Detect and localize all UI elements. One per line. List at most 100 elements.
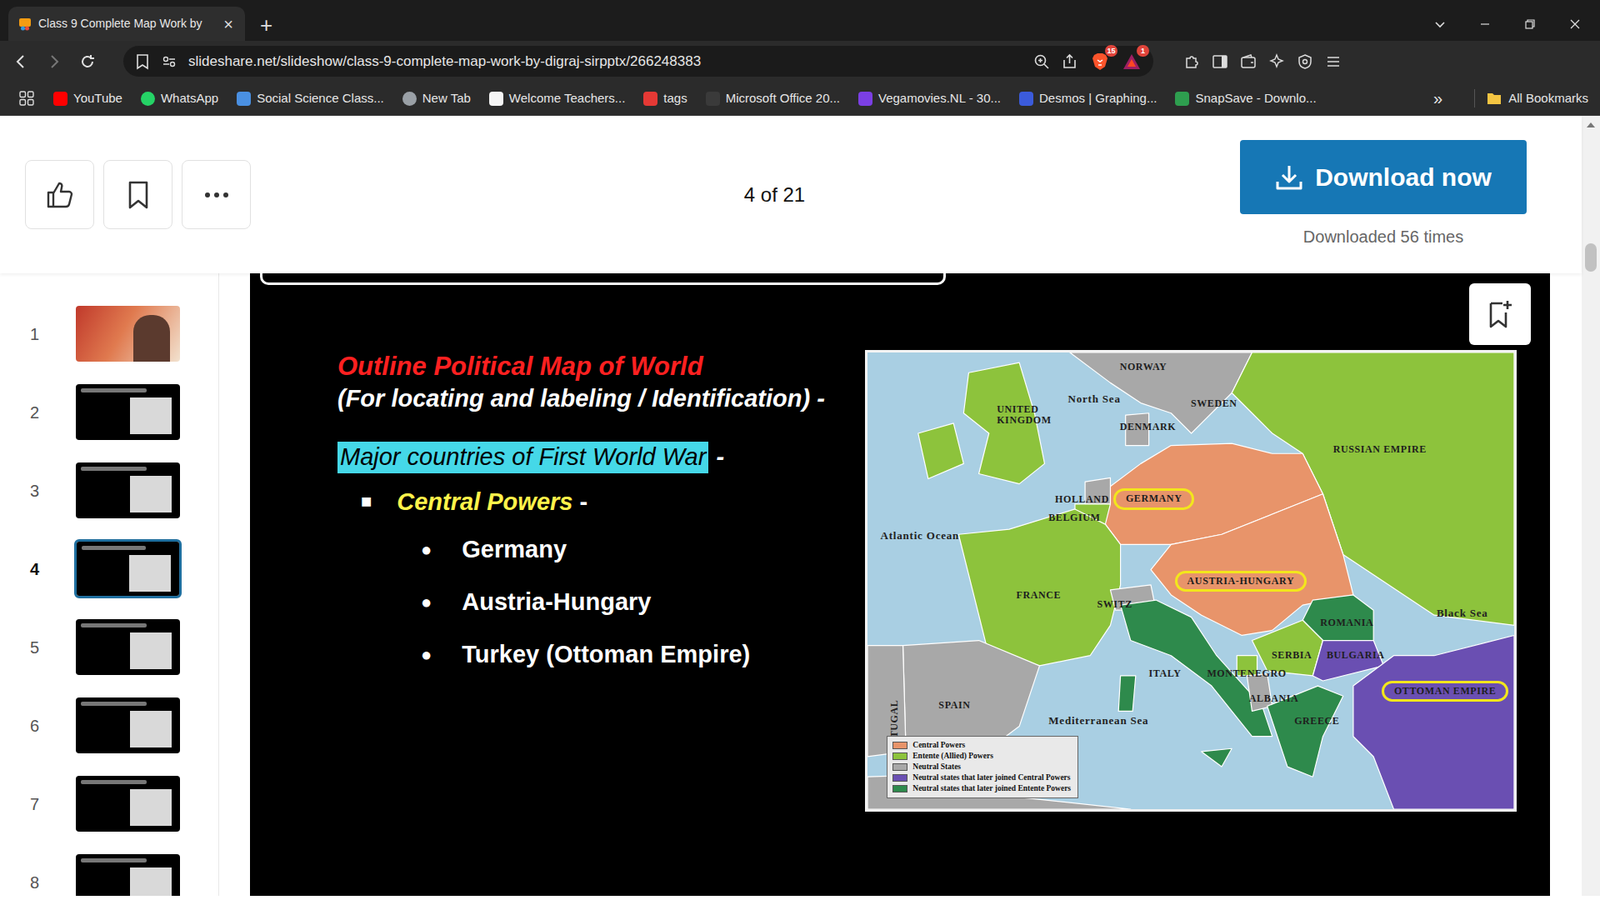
map-label-text: SWEDEN bbox=[1190, 398, 1238, 410]
back-arrow-icon[interactable] bbox=[11, 52, 30, 71]
map-label: BELGIUM bbox=[1048, 506, 1100, 527]
map-label: RUSSIAN EMPIRE bbox=[1333, 438, 1427, 459]
slide-thumbnail[interactable] bbox=[74, 852, 182, 896]
bookmark-item[interactable]: Microsoft Office 20... bbox=[705, 89, 840, 109]
thumbnail-image bbox=[75, 697, 180, 754]
country-name: Austria-Hungary bbox=[461, 575, 651, 629]
download-label: Download now bbox=[1315, 158, 1492, 196]
vpn-shield-icon[interactable] bbox=[1296, 53, 1314, 70]
save-slide-button[interactable] bbox=[1469, 283, 1531, 345]
bookmark-label: Vegamovies.NL - 30... bbox=[878, 89, 1001, 109]
bookmark-item[interactable]: Desmos | Graphing... bbox=[1019, 89, 1157, 109]
scrollbar-thumb[interactable] bbox=[1585, 243, 1597, 272]
browser-tab[interactable]: Class 9 Complete Map Work by × bbox=[8, 6, 245, 41]
page-indicator: 4 of 21 bbox=[250, 180, 1240, 210]
menu-icon[interactable] bbox=[1325, 53, 1342, 70]
wallet-icon[interactable] bbox=[1240, 53, 1257, 70]
brave-shields[interactable]: 15 bbox=[1090, 51, 1110, 72]
download-button[interactable]: Download now bbox=[1240, 140, 1527, 215]
bookmark-icon bbox=[125, 180, 151, 210]
apps-grid-icon[interactable] bbox=[18, 90, 35, 107]
legend-item: Neutral states that later joined Entente… bbox=[892, 783, 1071, 795]
legend-swatch bbox=[892, 763, 908, 771]
map-label-text: SWITZ bbox=[1096, 599, 1132, 610]
extensions-puzzle-icon[interactable] bbox=[1183, 53, 1200, 70]
thumbnail-item[interactable]: 3 bbox=[0, 460, 219, 520]
all-bookmarks-button[interactable]: All Bookmarks bbox=[1474, 89, 1589, 109]
slide-thumbnail[interactable] bbox=[74, 695, 182, 755]
tab-search-chevron-icon[interactable] bbox=[1433, 17, 1447, 31]
map-label-text: NORWAY bbox=[1120, 361, 1168, 373]
share-icon[interactable] bbox=[1061, 53, 1079, 70]
map-label: FRANCE bbox=[1015, 584, 1061, 605]
bookmark-page-icon[interactable] bbox=[135, 53, 150, 70]
bookmark-item[interactable]: WhatsApp bbox=[140, 89, 219, 109]
thumbnail-item[interactable]: 8 bbox=[0, 852, 219, 896]
thumbnail-item[interactable]: 5 bbox=[0, 617, 219, 677]
new-tab-button[interactable]: + bbox=[260, 14, 273, 36]
list-bullet: ● bbox=[420, 628, 432, 681]
slide-thumbnail[interactable] bbox=[74, 617, 182, 677]
leo-ai-icon[interactable] bbox=[1268, 53, 1285, 70]
slide-text: Outline Political Map of World (For loca… bbox=[337, 350, 850, 681]
rewards-count-badge: 1 bbox=[1136, 45, 1150, 57]
more-options-button[interactable] bbox=[181, 160, 251, 230]
country-item: ●Austria-Hungary bbox=[420, 575, 850, 629]
tab-strip: Class 9 Complete Map Work by × + bbox=[0, 0, 1600, 41]
zoom-icon[interactable] bbox=[1033, 53, 1050, 70]
thumbnail-number: 3 bbox=[0, 478, 75, 504]
page-scrollbar[interactable] bbox=[1581, 115, 1600, 896]
map-label: NORWAY bbox=[1120, 355, 1168, 376]
bookmark-item[interactable]: New Tab bbox=[402, 89, 471, 109]
thumbnail-number: 6 bbox=[0, 713, 75, 739]
scroll-up-arrow-icon[interactable] bbox=[1586, 122, 1595, 128]
download-count: Downloaded 56 times bbox=[1303, 224, 1464, 250]
map-label-text: FRANCE bbox=[1015, 590, 1061, 601]
address-bar[interactable]: slideshare.net/slideshow/class-9-complet… bbox=[123, 45, 1154, 77]
site-settings-icon[interactable] bbox=[161, 54, 177, 70]
reload-icon[interactable] bbox=[78, 52, 97, 71]
map-label: SWEDEN bbox=[1190, 392, 1238, 413]
action-buttons bbox=[25, 160, 251, 230]
slide-subheading: (For locating and labeling / Identificat… bbox=[337, 383, 850, 415]
like-button[interactable] bbox=[25, 160, 95, 230]
bookmark-label: Desmos | Graphing... bbox=[1039, 89, 1157, 109]
slide-thumbnail[interactable] bbox=[74, 539, 182, 599]
all-bookmarks-label: All Bookmarks bbox=[1508, 89, 1589, 109]
slide-thumbnail[interactable] bbox=[74, 774, 182, 834]
restore-icon[interactable] bbox=[1523, 17, 1537, 31]
shields-count-badge: 15 bbox=[1105, 45, 1118, 57]
save-button[interactable] bbox=[103, 160, 173, 230]
minimize-icon[interactable] bbox=[1478, 17, 1492, 31]
slide-thumbnail[interactable] bbox=[74, 382, 182, 442]
slide-toolbar: 4 of 21 Download now Downloaded 56 times bbox=[0, 115, 1582, 274]
thumbnail-item[interactable]: 6 bbox=[0, 695, 219, 755]
bookmark-item[interactable]: Vegamovies.NL - 30... bbox=[858, 89, 1001, 109]
thumbnail-sidebar: 1 2 3 4 5 6 7 8 bbox=[0, 273, 220, 896]
bookmark-label: Microsoft Office 20... bbox=[725, 89, 840, 109]
thumbnail-item[interactable]: 4 bbox=[0, 539, 219, 599]
brave-rewards[interactable]: 1 bbox=[1121, 51, 1142, 72]
bookmark-item[interactable]: Welcome Teachers... bbox=[489, 89, 626, 109]
map-label: HOLLAND bbox=[1055, 488, 1110, 509]
thumbnail-item[interactable]: 2 bbox=[0, 382, 219, 442]
thumbnail-item[interactable]: 7 bbox=[0, 774, 219, 834]
slide-thumbnail[interactable] bbox=[74, 460, 182, 520]
bookmarks-overflow-button[interactable]: » bbox=[1433, 90, 1443, 107]
slide-thumbnail[interactable] bbox=[74, 304, 182, 364]
close-window-icon[interactable] bbox=[1568, 17, 1582, 31]
thumbnail-image bbox=[75, 462, 180, 519]
bookmark-item[interactable]: YouTube bbox=[53, 89, 123, 109]
country-list: ●Germany●Austria-Hungary●Turkey (Ottoman… bbox=[337, 523, 850, 681]
sidebar-icon[interactable] bbox=[1211, 53, 1229, 70]
slide-title-box bbox=[260, 273, 946, 285]
map-label-text: SERBIA bbox=[1271, 650, 1312, 661]
map-label-text: MONTENEGRO bbox=[1206, 668, 1286, 680]
thumbnail-item[interactable]: 1 bbox=[0, 304, 219, 364]
forward-arrow-icon[interactable] bbox=[45, 52, 64, 71]
highlight-suffix: - bbox=[715, 441, 725, 474]
tab-close-button[interactable]: × bbox=[221, 15, 235, 33]
bookmark-item[interactable]: Social Science Class... bbox=[236, 89, 385, 109]
bookmark-item[interactable]: SnapSave - Downlo... bbox=[1175, 89, 1316, 109]
bookmark-item[interactable]: tags bbox=[643, 89, 687, 109]
